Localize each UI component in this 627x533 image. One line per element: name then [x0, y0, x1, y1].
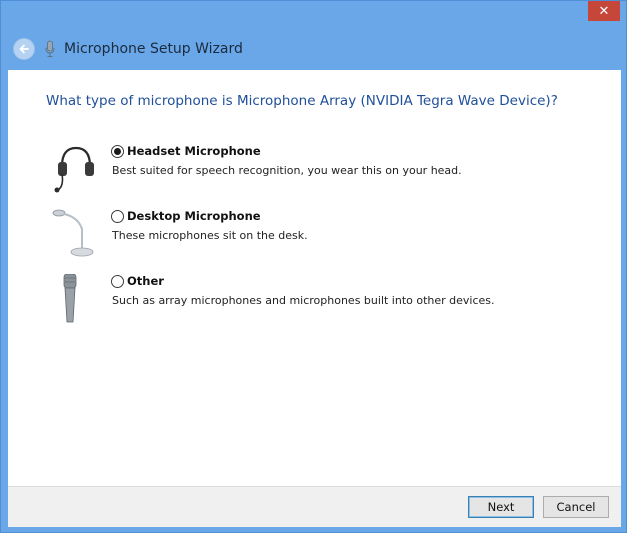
option-label[interactable]: Other — [127, 274, 164, 288]
radio-row-other[interactable]: Other — [111, 274, 164, 288]
headset-icon — [54, 146, 94, 193]
next-button[interactable]: Next — [468, 496, 534, 518]
other-radio[interactable] — [111, 274, 124, 288]
cancel-button[interactable]: Cancel — [543, 496, 609, 518]
option-headset[interactable]: Headset Microphone Best suited for speec… — [52, 144, 612, 204]
close-icon: ✕ — [598, 3, 610, 19]
wizard-header: Microphone Setup Wizard — [8, 31, 619, 67]
desktop-microphone-icon — [52, 209, 94, 257]
option-other[interactable]: Other Such as array microphones and micr… — [52, 274, 612, 334]
window-title: Microphone Setup Wizard — [64, 41, 243, 57]
radio-row-desktop[interactable]: Desktop Microphone — [111, 209, 261, 223]
wizard-footer: Next Cancel — [8, 486, 621, 527]
desktop-radio[interactable] — [111, 209, 124, 223]
page-question: What type of microphone is Microphone Ar… — [46, 93, 558, 109]
microphone-icon — [45, 40, 55, 57]
handheld-microphone-icon — [63, 274, 77, 323]
wizard-window: ✕ Microphone Setup Wizard What type of m… — [0, 0, 627, 533]
wizard-content: What type of microphone is Microphone Ar… — [8, 70, 621, 486]
close-button[interactable]: ✕ — [588, 1, 620, 21]
radio-row-headset[interactable]: Headset Microphone — [111, 144, 261, 158]
option-description: Best suited for speech recognition, you … — [112, 164, 462, 177]
option-description: Such as array microphones and microphone… — [112, 294, 495, 307]
option-label[interactable]: Headset Microphone — [127, 144, 261, 158]
headset-radio[interactable] — [111, 144, 124, 158]
back-button[interactable] — [13, 38, 35, 60]
option-desktop[interactable]: Desktop Microphone These microphones sit… — [52, 209, 612, 269]
option-description: These microphones sit on the desk. — [112, 229, 308, 242]
back-arrow-icon — [19, 44, 29, 54]
option-label[interactable]: Desktop Microphone — [127, 209, 261, 223]
